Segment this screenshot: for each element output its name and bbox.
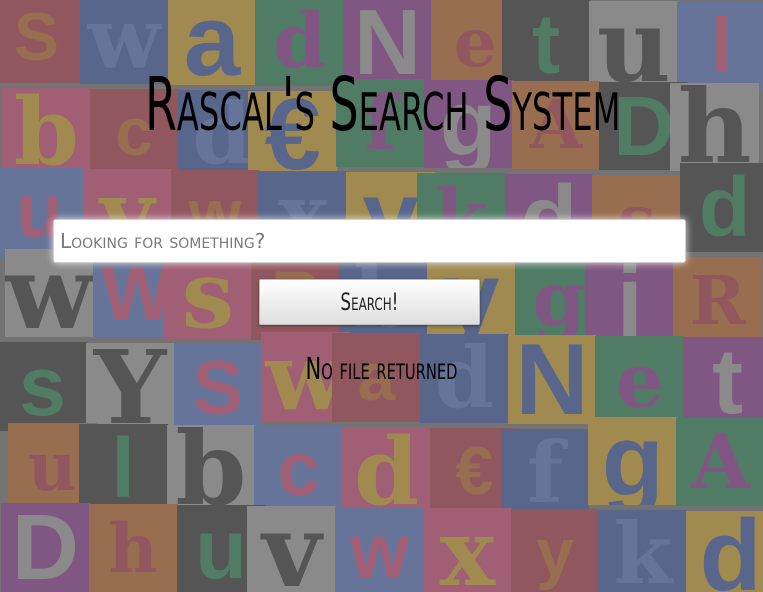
search-button-label: Search! [340,288,399,316]
main-content: Rascal's Search System Search! No file r… [0,0,763,592]
search-button[interactable]: Search! [259,279,480,325]
search-input[interactable] [53,219,686,263]
page-title: Rascal's Search System [144,62,621,148]
search-status-text: No file returned [305,352,458,387]
